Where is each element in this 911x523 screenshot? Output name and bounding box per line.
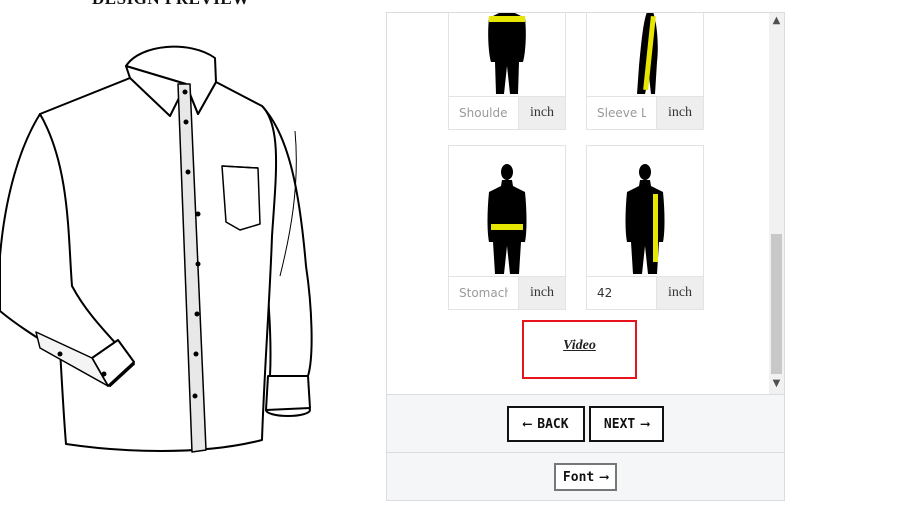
length-unit: inch <box>656 276 703 309</box>
stomach-measure-figure-icon <box>449 146 565 276</box>
arrow-right-icon: ⟶ <box>600 469 609 485</box>
stomach-input[interactable] <box>449 276 518 309</box>
shirt-drawing <box>0 45 313 453</box>
length-measure-figure-icon <box>587 146 703 276</box>
scroll-down-arrow-icon[interactable]: ▼ <box>769 376 784 392</box>
shoulder-unit: inch <box>518 96 565 129</box>
measurement-scroll-area[interactable]: inch inch inch <box>387 13 770 394</box>
shirt-preview <box>0 36 330 466</box>
font-button[interactable]: Font ⟶ <box>554 463 617 491</box>
scroll-thumb[interactable] <box>771 234 782 374</box>
arrow-left-icon: ⟵ <box>523 416 532 432</box>
back-button[interactable]: ⟵ BACK <box>507 406 585 442</box>
font-button-label: Font <box>562 469 595 485</box>
measurement-card-stomach: inch <box>448 145 566 310</box>
video-link[interactable]: Video <box>563 338 596 354</box>
scroll-up-arrow-icon[interactable]: ▲ <box>769 13 784 29</box>
measurement-card-sleeve: inch <box>586 13 704 130</box>
sleeve-unit: inch <box>656 96 703 129</box>
navigation-bar: ⟵ BACK NEXT ⟶ <box>387 394 784 452</box>
measurement-card-shoulder: inch <box>448 13 566 130</box>
stomach-unit: inch <box>518 276 565 309</box>
length-input[interactable] <box>587 276 656 309</box>
next-button-label: NEXT <box>603 416 636 432</box>
arrow-right-icon: ⟶ <box>641 416 650 432</box>
page-title: DESIGN PREVIEW <box>92 0 250 9</box>
sleeve-input[interactable] <box>587 96 656 129</box>
shoulder-measure-figure-icon <box>449 13 565 96</box>
shoulder-input[interactable] <box>449 96 518 129</box>
video-highlight-box: Video <box>522 320 637 379</box>
font-bar: Font ⟶ <box>387 452 784 500</box>
back-button-label: BACK <box>537 416 569 432</box>
measurement-panel: inch inch inch <box>386 12 785 501</box>
next-button[interactable]: NEXT ⟶ <box>589 406 664 442</box>
sleeve-measure-figure-icon <box>587 13 703 96</box>
measurement-card-length: inch <box>586 145 704 310</box>
scrollbar[interactable]: ▲ ▼ <box>769 13 784 394</box>
